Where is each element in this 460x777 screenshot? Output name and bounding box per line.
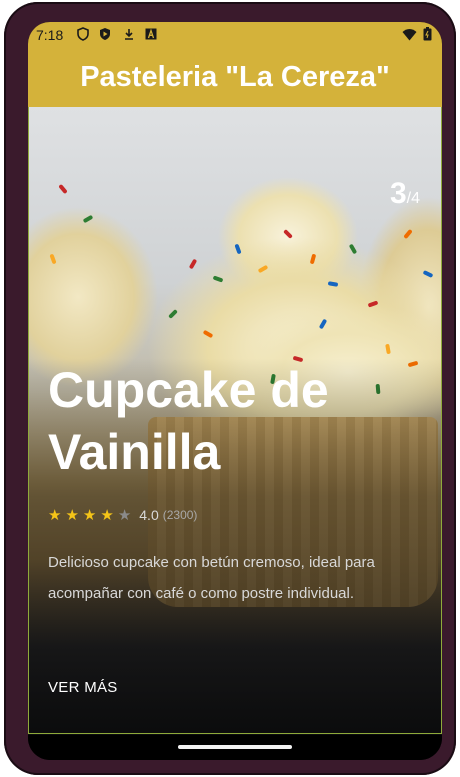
play-protect-icon — [100, 28, 110, 40]
phone-frame: 7:18 Pasteleria "La Cereza" 3/4 Cupcake … — [4, 2, 456, 775]
download-icon — [125, 29, 133, 40]
battery-icon — [423, 27, 432, 41]
star-icon: ★ — [100, 506, 114, 524]
product-rating: ★ ★ ★ ★ ★ 4.0 (2300) — [48, 507, 197, 523]
star-icon: ★ — [82, 506, 97, 524]
wifi-icon — [402, 28, 417, 40]
product-description: Delicioso cupcake con betún cremoso, ide… — [48, 554, 375, 602]
star-empty-icon: ★ — [117, 506, 132, 524]
status-bar: 7:18 — [28, 22, 442, 48]
counter-current: 3 — [389, 177, 407, 210]
star-icon: ★ — [48, 506, 62, 524]
shield-icon — [77, 27, 89, 41]
see-more-button[interactable]: VER MÁS — [48, 679, 118, 696]
home-handle[interactable] — [178, 745, 292, 749]
app-bar: Pasteleria "La Cereza" — [28, 48, 442, 107]
app-title: Pasteleria "La Cereza" — [80, 61, 390, 93]
star-icon: ★ — [65, 506, 79, 524]
product-card[interactable]: 3/4 Cupcake de Vainilla ★ ★ ★ ★ ★ 4.0 (2… — [28, 107, 442, 735]
product-title: Cupcake de Vainilla — [48, 362, 329, 480]
status-time: 7:18 — [36, 27, 64, 43]
rating-count: (2300) — [162, 508, 198, 522]
font-icon — [145, 28, 157, 40]
navigation-bar — [28, 735, 442, 760]
slide-counter: 3/4 — [390, 177, 420, 211]
counter-total: /4 — [406, 190, 420, 207]
rating-value: 4.0 — [139, 507, 159, 523]
phone-screen: 7:18 Pasteleria "La Cereza" 3/4 Cupcake … — [28, 22, 442, 760]
